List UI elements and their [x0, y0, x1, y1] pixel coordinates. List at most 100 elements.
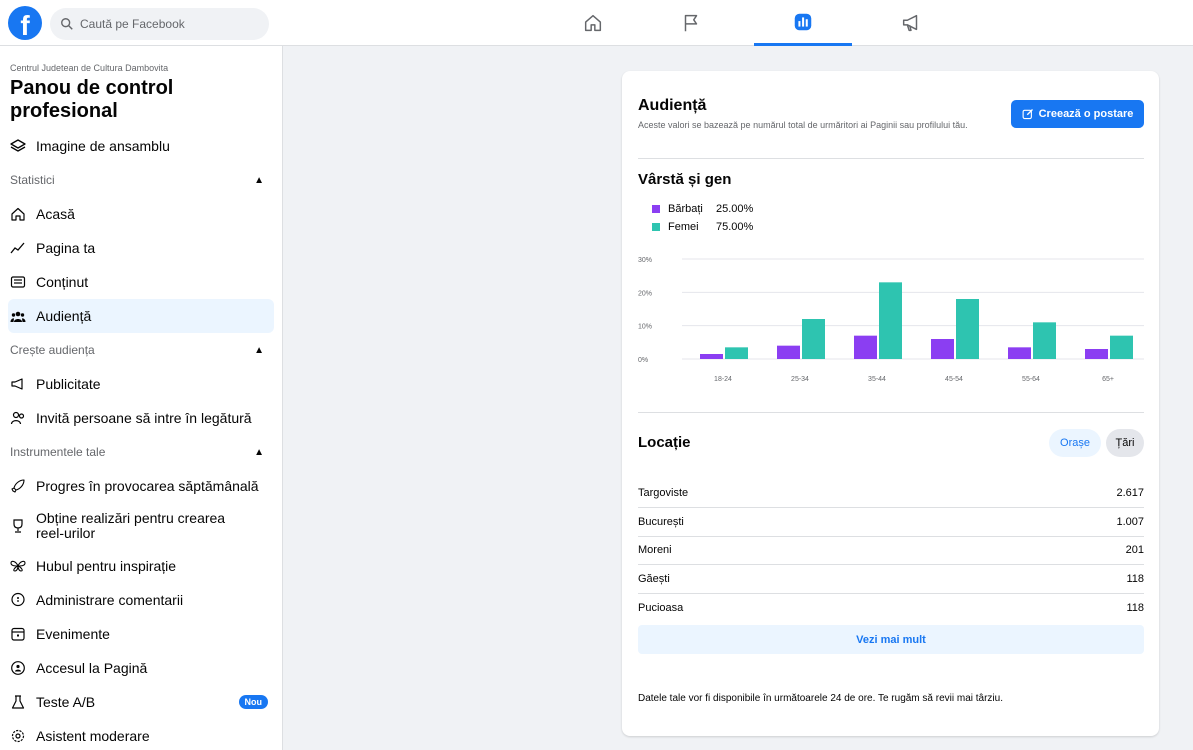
top-bar: f	[0, 0, 1193, 46]
age-gender-title: Vârstă și gen	[638, 171, 732, 188]
y-tick-label: 30%	[638, 257, 652, 264]
bar-women-25-34[interactable]	[802, 319, 825, 359]
bar-men-18-24[interactable]	[700, 354, 723, 359]
sidebar-item-label: Audiență	[36, 308, 92, 324]
x-tick-label: 18-24	[714, 376, 732, 383]
tab-ads[interactable]	[862, 0, 960, 46]
sidebar: Centrul Judetean de Cultura Dambovita Pa…	[0, 46, 283, 750]
bar-men-45-54[interactable]	[931, 339, 954, 359]
y-tick-label: 10%	[638, 324, 652, 331]
tab-home[interactable]	[544, 0, 642, 46]
sidebar-item-label: Conținut	[36, 274, 89, 290]
butterfly-icon	[10, 557, 32, 575]
flask-icon	[10, 693, 32, 711]
location-row: Pucioasa 118	[638, 593, 1144, 622]
toggle-cities-button[interactable]: Orașe	[1049, 429, 1101, 457]
sidebar-item-label: Evenimente	[36, 626, 110, 642]
bar-women-18-24[interactable]	[725, 347, 748, 359]
sidebar-item-weekly-challenge[interactable]: Progres în provocarea săptămânală	[8, 469, 274, 503]
bar-women-65+[interactable]	[1110, 335, 1133, 359]
tab-insights[interactable]	[754, 0, 852, 46]
content-icon	[10, 273, 32, 291]
chevron-up-icon: ▲	[254, 446, 264, 458]
sidebar-item-label: Teste A/B	[36, 694, 96, 710]
flag-icon	[684, 14, 698, 32]
divider	[638, 412, 1144, 413]
sidebar-item-home[interactable]: Acasă	[8, 197, 274, 231]
moderation-gear-icon	[10, 727, 32, 745]
location-value: 201	[1125, 544, 1144, 556]
legend-label: Femei	[668, 221, 699, 233]
bar-women-55-64[interactable]	[1033, 322, 1056, 359]
search-icon	[61, 18, 73, 30]
sidebar-item-ab-tests[interactable]: Teste A/B Nou	[8, 685, 274, 719]
x-tick-label: 25-34	[791, 376, 809, 383]
comment-icon	[10, 591, 32, 609]
x-tick-label: 65+	[1102, 376, 1114, 383]
search-box[interactable]	[50, 8, 269, 40]
sidebar-item-inspiration-hub[interactable]: Hubul pentru inspirație	[8, 549, 274, 583]
age-gender-chart: 0% 10% 20% 30% 18-24 25-34 35-44 45-54 55-64 65+	[638, 257, 1144, 383]
create-post-label: Creează o postare	[1038, 108, 1134, 120]
section-label: Crește audiența	[10, 343, 95, 357]
sidebar-item-label: Asistent moderare	[36, 728, 150, 744]
sidebar-item-page-access[interactable]: Accesul la Pagină	[8, 651, 274, 685]
chevron-up-icon: ▲	[254, 174, 264, 186]
create-post-button[interactable]: Creează o postare	[1011, 100, 1144, 128]
sidebar-item-events[interactable]: Evenimente	[8, 617, 274, 651]
bar-men-25-34[interactable]	[777, 345, 800, 359]
location-row: Moreni 201	[638, 536, 1144, 565]
y-tick-label: 0%	[638, 357, 648, 364]
people-icon	[10, 307, 32, 325]
data-availability-note: Datele tale vor fi disponibile în următo…	[638, 693, 1003, 704]
location-name: Moreni	[638, 544, 672, 556]
location-value: 1.007	[1116, 516, 1144, 528]
sidebar-item-overview[interactable]: Imagine de ansamblu	[8, 129, 274, 163]
location-value: 2.617	[1116, 487, 1144, 499]
bar-men-55-64[interactable]	[1008, 347, 1031, 359]
location-title: Locație	[638, 434, 691, 451]
chevron-up-icon: ▲	[254, 344, 264, 356]
sidebar-item-label: Pagina ta	[36, 240, 96, 256]
section-statistics[interactable]: Statistici ▲	[8, 163, 274, 197]
toggle-countries-button[interactable]: Țări	[1106, 429, 1144, 457]
trend-icon	[10, 239, 32, 257]
layers-icon	[10, 137, 32, 155]
megaphone-icon	[10, 375, 32, 393]
section-label: Instrumentele tale	[10, 445, 106, 459]
invite-people-icon	[10, 409, 32, 427]
insights-icon	[794, 13, 812, 30]
sidebar-item-reels-achievements[interactable]: Obține realizări pentru crearea reel-uri…	[8, 503, 274, 549]
sidebar-item-comments[interactable]: Administrare comentarii	[8, 583, 274, 617]
legend-label: Bărbați	[668, 203, 703, 215]
trophy-icon	[10, 517, 32, 535]
sidebar-item-invite[interactable]: Invită persoane să intre în legătură	[8, 401, 274, 435]
legend-swatch	[652, 205, 660, 213]
sidebar-item-moderation-assistant[interactable]: Asistent moderare	[8, 719, 274, 750]
sidebar-item-audience[interactable]: Audiență	[8, 299, 274, 333]
location-name: Targoviste	[638, 487, 689, 499]
tab-pages[interactable]	[642, 0, 740, 46]
section-your-tools[interactable]: Instrumentele tale ▲	[8, 435, 274, 469]
section-label: Statistici	[10, 173, 55, 187]
sidebar-item-label: Accesul la Pagină	[36, 660, 148, 676]
search-input[interactable]	[80, 17, 260, 31]
section-grow-audience[interactable]: Crește audiența ▲	[8, 333, 274, 367]
panel-title: Panou de control profesional	[10, 77, 174, 122]
sidebar-item-advertising[interactable]: Publicitate	[8, 367, 274, 401]
see-more-button[interactable]: Vezi mai mult	[638, 625, 1144, 654]
location-value: 118	[1126, 573, 1144, 585]
sidebar-item-your-page[interactable]: Pagina ta	[8, 231, 274, 265]
bar-women-35-44[interactable]	[879, 282, 902, 359]
bar-men-65+[interactable]	[1085, 349, 1108, 359]
bar-women-45-54[interactable]	[956, 299, 979, 359]
bar-men-35-44[interactable]	[854, 335, 877, 359]
facebook-logo[interactable]: f	[8, 6, 42, 40]
y-tick-label: 20%	[638, 290, 652, 297]
location-name: București	[638, 516, 684, 528]
sidebar-item-content[interactable]: Conținut	[8, 265, 274, 299]
audience-card: Audiență Aceste valori se bazează pe num…	[622, 71, 1159, 736]
location-name: Găești	[638, 573, 670, 585]
sidebar-item-label: Progres în provocarea săptămânală	[36, 478, 259, 494]
edit-icon	[1022, 109, 1033, 120]
